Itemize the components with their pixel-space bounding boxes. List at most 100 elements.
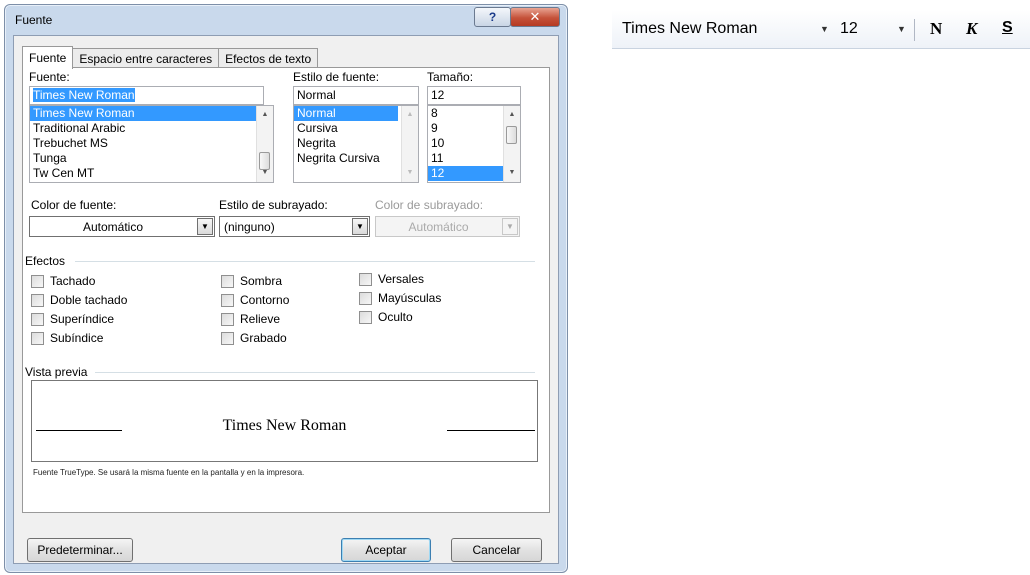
checkbox-box[interactable] [221,274,234,288]
font-dialog: Fuente ? ✕ Fuente Espacio entre caracter… [4,4,568,573]
checkbox-relieve[interactable]: Relieve [221,312,280,326]
checkbox-versales[interactable]: Versales [359,272,424,286]
font-option[interactable]: Tunga [30,151,273,166]
font-name-input[interactable]: Times New Roman [29,86,264,105]
tab-panel-fuente: Fuente: Times New Roman Times New Roman … [22,67,550,513]
style-option[interactable]: Cursiva [294,121,418,136]
toolbar-font-size[interactable]: 12 [840,20,858,38]
close-button[interactable]: ✕ [510,7,560,27]
checkbox-label: Doble tachado [50,293,128,307]
checkbox-box[interactable] [31,293,44,307]
checkbox-box[interactable] [31,312,44,326]
style-list-scrollbar[interactable]: ▲ ▼ [401,106,418,182]
cancel-button[interactable]: Cancelar [451,538,542,562]
checkbox-grabado[interactable]: Grabado [221,331,287,345]
checkbox-label: Subíndice [50,331,104,345]
tab-fuente[interactable]: Fuente [22,46,74,69]
font-option[interactable]: Tw Cen MT [30,166,273,181]
bold-button[interactable]: N [930,19,942,39]
preview-line-right [447,430,535,431]
chevron-down-icon[interactable]: ▼ [352,218,368,235]
tab-strip: Fuente Espacio entre caracteres Efectos … [22,46,319,69]
font-name-value: Times New Roman [33,88,135,102]
checkbox-doble-tachado[interactable]: Doble tachado [31,293,127,307]
font-color-label: Color de fuente: [31,198,117,212]
checkbox-label: Versales [378,272,425,286]
preview-box: Times New Roman [31,380,538,462]
style-option[interactable]: Negrita Cursiva [294,151,418,166]
size-option[interactable]: 12 [428,166,504,181]
toolbar-font-name[interactable]: Times New Roman [622,20,757,38]
chevron-down-icon[interactable]: ▼ [197,218,213,235]
effects-title: Efectos [25,254,66,268]
checkbox-box[interactable] [359,291,372,305]
underline-style-select[interactable]: (ninguno) ▼ [219,216,370,237]
preview-note: Fuente TrueType. Se usará la misma fuent… [33,468,305,477]
ok-button[interactable]: Aceptar [341,538,431,562]
font-size-value: 12 [431,88,445,102]
close-icon: ✕ [529,9,541,24]
size-label: Tamaño: [427,70,474,84]
chevron-down-icon: ▼ [502,218,518,235]
checkbox-box[interactable] [221,331,234,345]
checkbox-label: Tachado [50,274,96,288]
checkbox-box[interactable] [359,310,372,324]
font-color-value: Automático [82,220,144,234]
underline-style-value: (ninguno) [224,220,275,234]
font-list[interactable]: Times New Roman Traditional Arabic Trebu… [29,105,274,183]
checkbox-label: Contorno [240,293,290,307]
underline-color-label: Color de subrayado: [375,198,484,212]
dialog-body: Fuente Espacio entre caracteres Efectos … [13,35,559,564]
font-size-list[interactable]: 8 9 10 11 12 ▲ ▼ [427,105,521,183]
scroll-down-icon[interactable]: ▼ [257,166,273,180]
preview-sample-text: Times New Roman [222,417,347,434]
checkbox-superindice[interactable]: Superíndice [31,312,114,326]
font-option[interactable]: Trebuchet MS [30,136,273,151]
title-bar: Fuente ? ✕ [5,5,567,35]
font-size-input[interactable]: 12 [427,86,521,105]
checkbox-subindice[interactable]: Subíndice [31,331,103,345]
underline-color-value: Automático [408,220,469,234]
scroll-up-icon[interactable]: ▲ [402,108,418,122]
scroll-down-icon[interactable]: ▼ [504,166,520,180]
font-option[interactable]: Times New Roman [30,106,273,121]
style-label: Estilo de fuente: [293,70,380,84]
font-color-select[interactable]: Automático ▼ [29,216,215,237]
font-style-input[interactable]: Normal [293,86,419,105]
checkbox-box[interactable] [31,331,44,345]
style-option[interactable]: Normal [294,106,398,121]
tab-espacio-caracteres[interactable]: Espacio entre caracteres [72,48,220,69]
help-icon: ? [488,10,497,24]
underline-button[interactable]: S [1002,19,1013,37]
font-dropdown-icon[interactable]: ▼ [820,24,829,34]
checkbox-box[interactable] [221,312,234,326]
scroll-down-icon[interactable]: ▼ [402,166,418,180]
size-dropdown-icon[interactable]: ▼ [897,24,906,34]
checkbox-label: Grabado [240,331,287,345]
checkbox-tachado[interactable]: Tachado [31,274,95,288]
size-list-scrollbar[interactable]: ▲ ▼ [503,106,520,182]
italic-button[interactable]: K [966,19,977,39]
style-option[interactable]: Negrita [294,136,418,151]
tab-efectos-texto[interactable]: Efectos de texto [218,48,319,69]
checkbox-box[interactable] [359,272,372,286]
dialog-title: Fuente [15,13,53,27]
checkbox-label: Superíndice [50,312,115,326]
scroll-up-icon[interactable]: ▲ [504,108,520,122]
help-button[interactable]: ? [474,7,511,27]
checkbox-contorno[interactable]: Contorno [221,293,289,307]
checkbox-box[interactable] [221,293,234,307]
checkbox-oculto[interactable]: Oculto [359,310,413,324]
font-style-list[interactable]: Normal Cursiva Negrita Negrita Cursiva ▲… [293,105,419,183]
checkbox-label: Sombra [240,274,283,288]
default-button[interactable]: Predeterminar... [27,538,133,562]
checkbox-sombra[interactable]: Sombra [221,274,282,288]
scroll-up-icon[interactable]: ▲ [257,108,273,122]
font-option[interactable]: Traditional Arabic [30,121,273,136]
font-list-scrollbar[interactable]: ▲ ▼ [256,106,273,182]
font-style-value: Normal [297,88,336,102]
checkbox-mayusculas[interactable]: Mayúsculas [359,291,441,305]
scroll-thumb[interactable] [506,126,517,144]
checkbox-box[interactable] [31,274,44,288]
formatting-toolbar: Times New Roman ▼ 12 ▼ N K S [612,10,1030,49]
